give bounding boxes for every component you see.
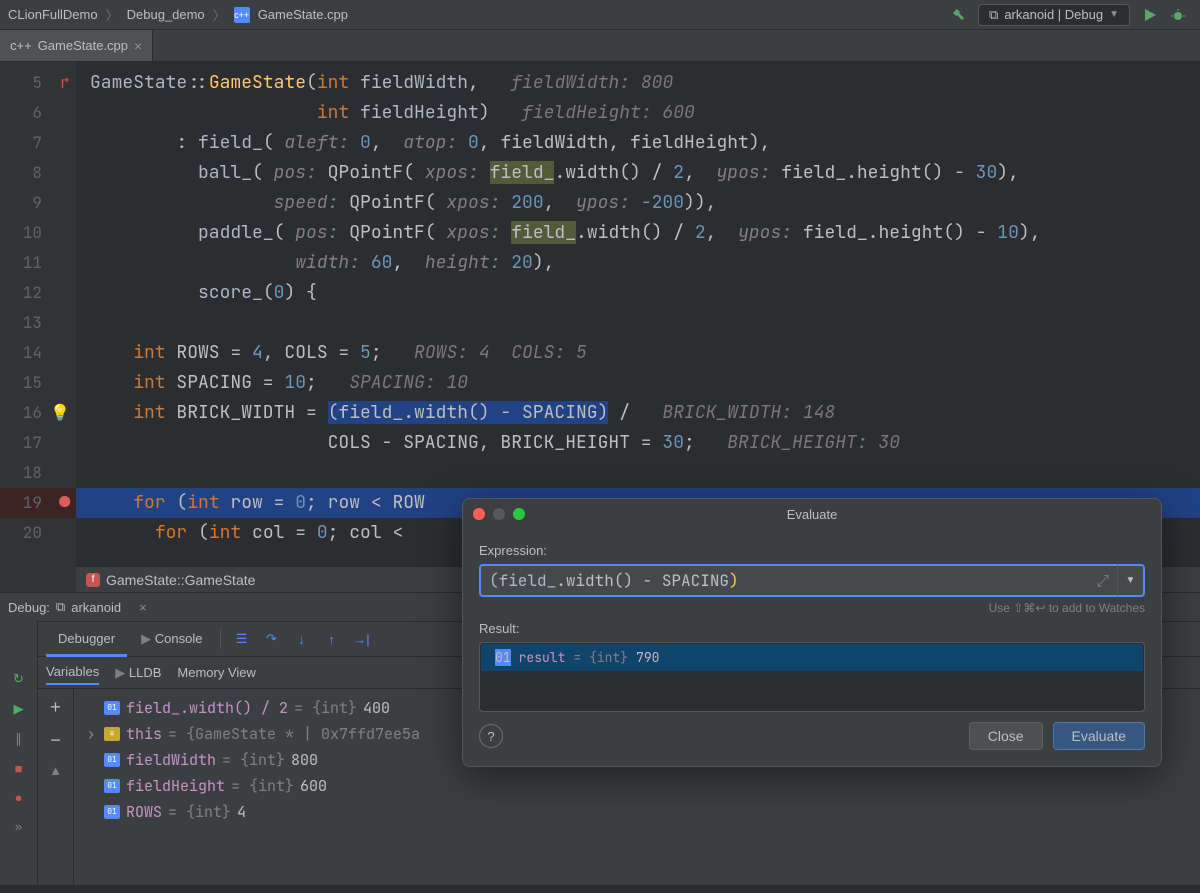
breadcrumb: CLionFullDemo 〉 Debug_demo 〉 c++ GameSta… [8,5,348,24]
stop-icon[interactable]: ■ [15,761,23,776]
expression-history-icon[interactable]: ▼ [1117,564,1145,597]
view-variables[interactable]: Variables [46,664,99,685]
debug-icon[interactable] [1166,3,1190,27]
target-icon: ⧉ [56,599,65,615]
run-config-select[interactable]: ⧉ arkanoid | Debug ▼ [978,4,1130,26]
dialog-title: Evaluate [787,507,838,522]
editor-tab[interactable]: c++ GameState.cpp × [0,30,153,61]
remove-watch-icon[interactable]: − [50,730,61,751]
close-icon[interactable]: × [139,600,147,615]
close-icon[interactable]: × [134,38,142,54]
result-label: Result: [479,621,1145,636]
view-breakpoints-icon[interactable]: ● [15,790,23,805]
cpp-file-icon: c++ [234,7,250,23]
bulb-icon[interactable]: 💡 [50,398,70,428]
breadcrumb-sep: 〉 [106,5,119,24]
breadcrumb-folder[interactable]: Debug_demo [127,7,205,22]
main-toolbar: CLionFullDemo 〉 Debug_demo 〉 c++ GameSta… [0,0,1200,30]
cpp-file-icon: c++ [10,38,32,53]
close-button[interactable]: Close [969,722,1043,750]
step-out-icon[interactable]: ↑ [319,627,343,651]
view-lldb[interactable]: ▶ LLDB [115,665,161,681]
override-icon[interactable]: ↱ [60,68,70,98]
variables-toolbar: + − ▲ [38,689,74,885]
expand-icon[interactable]: › [84,724,98,744]
expression-input[interactable]: (field_.width() - SPACING) ⤢ [479,564,1117,597]
pause-icon[interactable]: ∥ [15,731,22,747]
run-to-cursor-icon[interactable]: →| [349,627,373,651]
up-icon[interactable]: ▲ [49,763,62,778]
tab-console[interactable]: ▶ Console [129,621,214,657]
evaluate-dialog: Evaluate Expression: (field_.width() - S… [462,498,1162,767]
editor-tab-bar: c++ GameState.cpp × [0,30,1200,62]
debug-left-toolbar: ↻ ▶ ∥ ■ ● » [0,621,38,885]
run-icon[interactable] [1138,3,1162,27]
run-config-name: arkanoid | Debug [1004,7,1103,22]
result-row[interactable]: 01 result = {int} 790 [481,644,1143,671]
breadcrumb-file[interactable]: GameState.cpp [258,7,348,22]
step-into-icon[interactable]: ↓ [289,627,313,651]
close-window-icon[interactable] [473,508,485,520]
minimize-window-icon[interactable] [493,508,505,520]
layout-icon[interactable]: ☰ [229,627,253,651]
watches-hint: Use ⇧⌘↩ to add to Watches [479,601,1145,615]
variable-row[interactable]: 01 fieldHeight = {int} 600 [84,773,1190,799]
debug-title: Debug: [8,600,50,615]
zoom-window-icon[interactable] [513,508,525,520]
step-over-icon[interactable]: ↷ [259,627,283,651]
evaluate-button[interactable]: Evaluate [1053,722,1145,750]
add-watch-icon[interactable]: + [50,697,61,718]
build-icon[interactable] [946,3,970,27]
gutter: 5↱ 6 7 8 9 10 11 12 13 14 15 16💡 17 18 1… [0,62,76,592]
help-icon[interactable]: ? [479,724,503,748]
rerun-icon[interactable]: ↻ [13,671,24,687]
function-icon: f [86,573,100,587]
resume-icon[interactable]: ▶ [14,701,24,717]
breadcrumb-sep: 〉 [213,5,226,24]
chevron-down-icon: ▼ [1109,9,1119,20]
dialog-titlebar[interactable]: Evaluate [463,499,1161,529]
editor-tab-label: GameState.cpp [38,38,128,53]
expand-expression-icon[interactable]: ⤢ [1096,570,1109,591]
more-icon[interactable]: » [15,819,22,834]
target-icon: ⧉ [989,7,998,23]
breakpoint-icon[interactable]: ● [59,488,70,518]
expression-label: Expression: [479,543,1145,558]
view-memory[interactable]: Memory View [177,665,256,680]
breadcrumb-project[interactable]: CLionFullDemo [8,7,98,22]
structure-crumb-label: GameState::GameState [106,572,255,588]
tab-debugger[interactable]: Debugger [46,621,127,657]
variable-row[interactable]: 01 ROWS = {int} 4 [84,799,1190,825]
result-tree[interactable]: 01 result = {int} 790 [479,642,1145,712]
debug-session-tab[interactable]: arkanoid [71,600,133,615]
